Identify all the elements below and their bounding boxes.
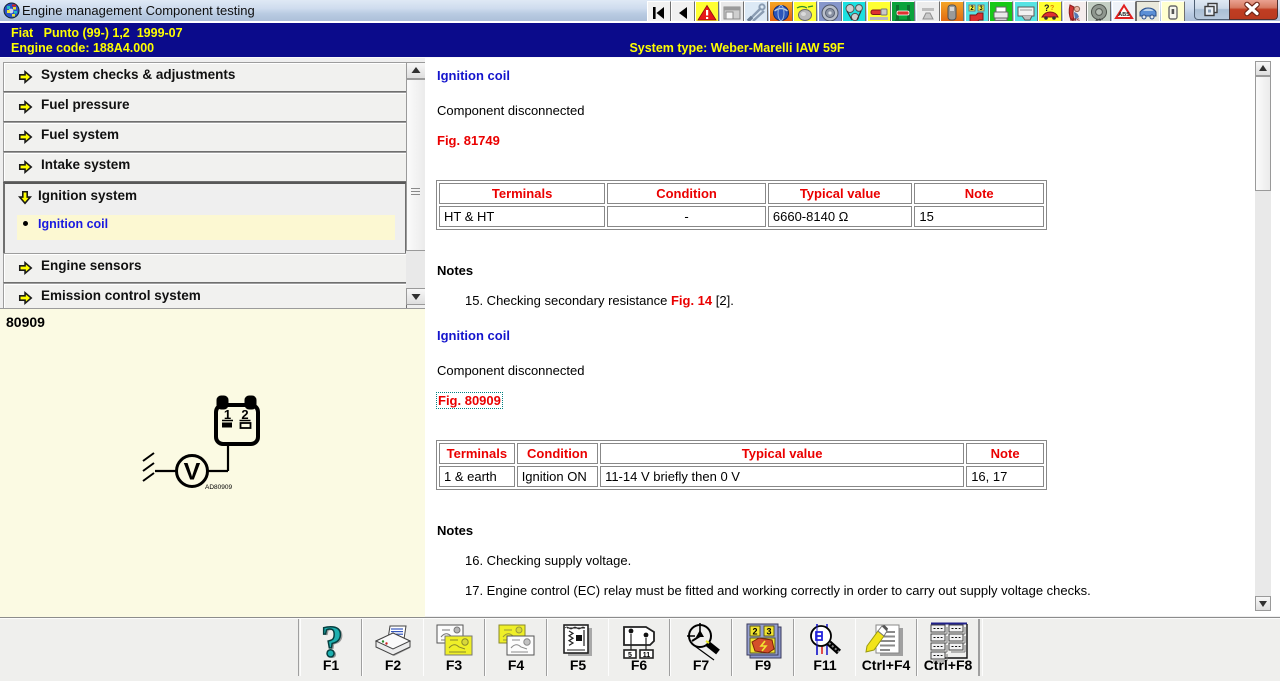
svg-text:?: ?: [1044, 3, 1050, 13]
svg-text:2: 2: [752, 627, 757, 637]
svg-text:3: 3: [766, 627, 771, 637]
svg-text:V: V: [184, 459, 201, 485]
svg-text:?: ?: [321, 622, 343, 662]
svg-text:AD80909: AD80909: [205, 484, 232, 491]
svg-text:ABS: ABS: [1118, 12, 1130, 18]
svg-text:?: ?: [1050, 5, 1054, 12]
